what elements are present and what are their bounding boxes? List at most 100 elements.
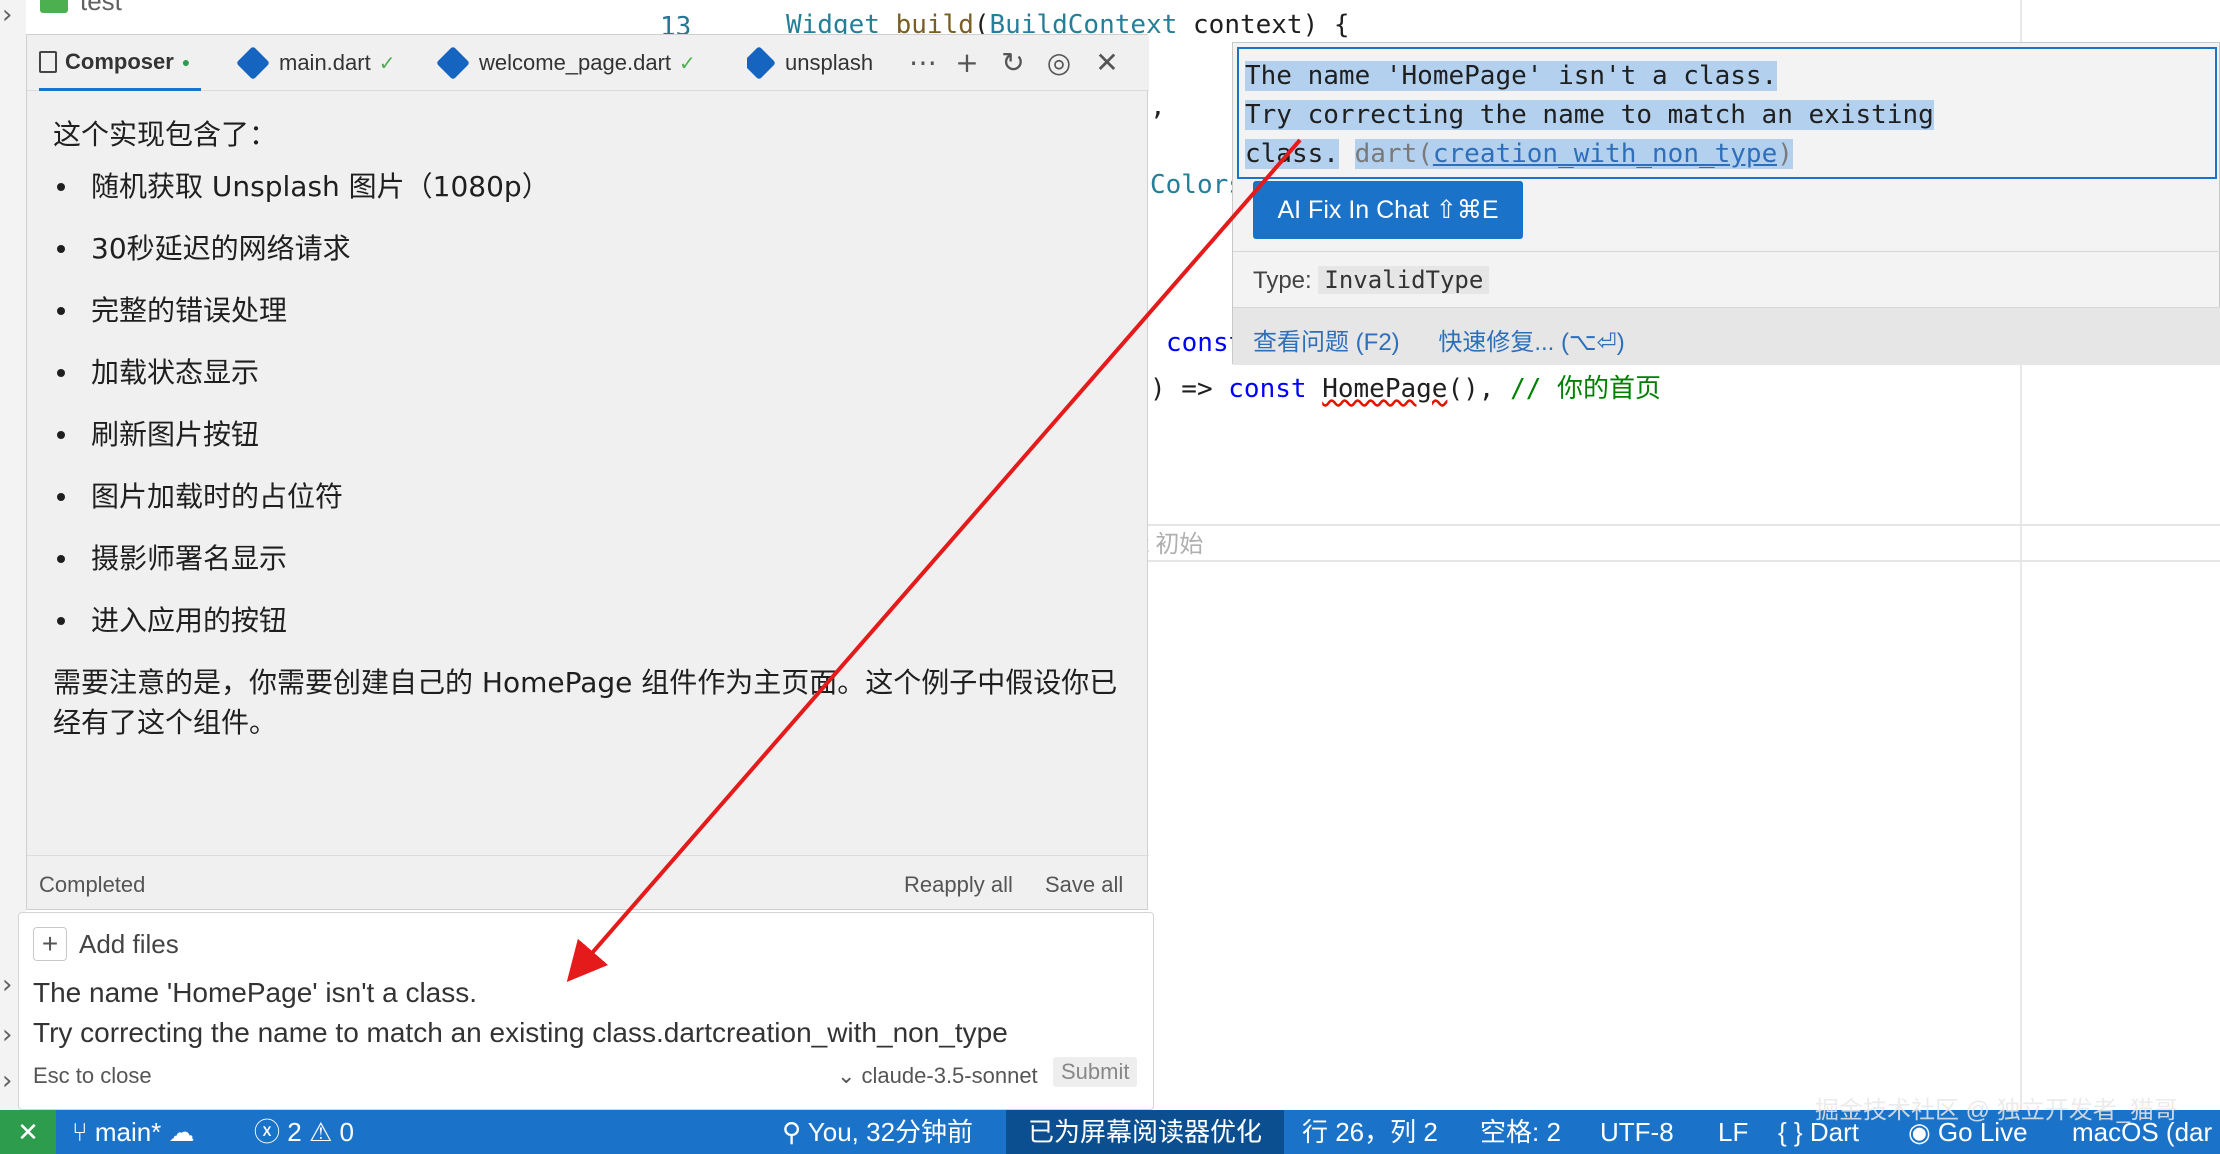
list-item: 加载状态显示 bbox=[53, 353, 1123, 415]
more-icon[interactable]: ⋯ bbox=[905, 45, 941, 81]
hover-tooltip: The name 'HomePage' isn't a class. Try c… bbox=[1232, 42, 2220, 365]
list-item: 随机获取 Unsplash 图片（1080p） bbox=[53, 167, 1123, 229]
tab-label: Composer bbox=[65, 48, 174, 74]
submit-button[interactable]: Submit bbox=[1053, 1057, 1138, 1087]
editor-divider bbox=[1142, 560, 2220, 562]
branch-name: main* bbox=[94, 1117, 162, 1147]
diagnostic-line: The name 'HomePage' isn't a class. bbox=[1245, 61, 1778, 91]
tab-composer[interactable]: Composer ● bbox=[39, 35, 201, 91]
warning-count: 0 bbox=[339, 1117, 354, 1147]
check-icon: ✓ bbox=[679, 52, 696, 75]
blame-text: You, 32分钟前 bbox=[807, 1117, 974, 1147]
list-item: 30秒延迟的网络请求 bbox=[53, 229, 1123, 291]
model-selector[interactable]: ⌄ claude-3.5-sonnet bbox=[837, 1063, 1038, 1089]
add-files-button[interactable]: + Add files bbox=[33, 927, 179, 961]
tab-main-dart[interactable]: main.dart ✓ bbox=[236, 35, 396, 91]
tab-welcome-page[interactable]: welcome_page.dart ✓ bbox=[436, 35, 696, 91]
type-value: InvalidType bbox=[1318, 266, 1490, 294]
code-comma: , bbox=[1150, 92, 1166, 122]
warning-icon: ⚠ bbox=[308, 1117, 340, 1147]
save-all-button[interactable]: Save all bbox=[1045, 872, 1123, 898]
error-icon: ⓧ bbox=[254, 1117, 288, 1147]
composer-panel: Composer ● main.dart ✓ welcome_page.dart… bbox=[26, 34, 1149, 911]
ai-fix-in-chat-button[interactable]: AI Fix In Chat ⇧⌘E bbox=[1253, 181, 1523, 239]
diagnostic-code-link[interactable]: creation_with_non_type bbox=[1432, 139, 1778, 169]
hover-type-row: Type: InvalidType bbox=[1233, 251, 2220, 303]
plus-icon: + bbox=[33, 927, 67, 961]
chevron-right-icon[interactable]: › bbox=[2, 0, 12, 30]
blame-item[interactable]: ⚲ You, 32分钟前 bbox=[782, 1110, 973, 1154]
code-token: context) { bbox=[1177, 10, 1350, 40]
list-item: 进入应用的按钮 bbox=[53, 601, 1123, 663]
folder-icon bbox=[40, 0, 68, 14]
cursor-position[interactable]: 行 26，列 2 bbox=[1302, 1110, 1438, 1154]
input-line: Try correcting the name to match an exis… bbox=[33, 1017, 1008, 1048]
check-icon: ✓ bbox=[378, 52, 396, 75]
branch-item[interactable]: ⑂ main* ☁ bbox=[72, 1110, 195, 1154]
line-ending[interactable]: LF bbox=[1718, 1110, 1748, 1154]
diagnostic-line: class. bbox=[1245, 139, 1339, 169]
chevron-right-icon[interactable]: › bbox=[2, 1066, 12, 1096]
folder-label: test bbox=[80, 0, 122, 16]
remote-icon[interactable]: ✕ bbox=[0, 1110, 56, 1154]
diagnostic-source: dart bbox=[1354, 139, 1418, 169]
sync-icon: ☁ bbox=[168, 1117, 195, 1147]
explorer-folder[interactable]: test bbox=[40, 0, 122, 17]
input-line: The name 'HomePage' isn't a class. bbox=[33, 977, 478, 1008]
code-line-route[interactable]: ) => const HomePage(), // 你的首页 bbox=[1150, 368, 1661, 405]
tab-label: welcome_page.dart bbox=[479, 50, 672, 75]
dart-icon bbox=[747, 46, 776, 80]
feature-list: 随机获取 Unsplash 图片（1080p） 30秒延迟的网络请求 完整的错误… bbox=[53, 167, 1123, 663]
composer-icon bbox=[39, 50, 57, 73]
list-item: 图片加载时的占位符 bbox=[53, 477, 1123, 539]
editor-divider bbox=[1142, 524, 2220, 526]
history-icon[interactable]: ↻ bbox=[995, 45, 1031, 81]
quick-fix-link[interactable]: 快速修复... (⌥⏎) bbox=[1438, 329, 1624, 356]
message-intro: 这个实现包含了： bbox=[53, 118, 278, 151]
list-item: 刷新图片按钮 bbox=[53, 415, 1123, 477]
composer-input-text[interactable]: The name 'HomePage' isn't a class. Try c… bbox=[33, 973, 1008, 1053]
chevron-right-icon[interactable]: › bbox=[2, 1020, 12, 1050]
commit-icon: ⚲ bbox=[782, 1117, 808, 1147]
composer-input-box[interactable]: + Add files The name 'HomePage' isn't a … bbox=[18, 912, 1154, 1110]
chevron-right-icon[interactable]: › bbox=[2, 970, 12, 1000]
list-item: 摄影师署名显示 bbox=[53, 539, 1123, 601]
code-token: const bbox=[1228, 374, 1323, 404]
close-icon[interactable]: ✕ bbox=[1089, 45, 1125, 81]
chevron-down-icon: ⌄ bbox=[837, 1063, 862, 1088]
model-label: claude-3.5-sonnet bbox=[861, 1063, 1038, 1088]
diagnostic-line: Try correcting the name to match an exis… bbox=[1245, 100, 1934, 130]
diagnostic-message[interactable]: The name 'HomePage' isn't a class. Try c… bbox=[1237, 47, 2217, 179]
ghost-text: t 初始 bbox=[1142, 531, 1204, 558]
assistant-message: 这个实现包含了： 随机获取 Unsplash 图片（1080p） 30秒延迟的网… bbox=[53, 115, 1123, 743]
esc-hint: Esc to close bbox=[33, 1063, 152, 1088]
encoding[interactable]: UTF-8 bbox=[1600, 1110, 1674, 1154]
dart-icon bbox=[436, 46, 470, 80]
composer-tab-bar: Composer ● main.dart ✓ welcome_page.dart… bbox=[27, 35, 1149, 91]
error-count: 2 bbox=[287, 1117, 302, 1147]
type-label: Type: bbox=[1253, 267, 1312, 294]
code-error-homepage[interactable]: HomePage bbox=[1322, 374, 1447, 404]
hover-actions: 查看问题 (F2) 快速修复... (⌥⏎) bbox=[1233, 307, 2220, 365]
indentation[interactable]: 空格: 2 bbox=[1480, 1110, 1561, 1154]
new-composer-icon[interactable]: + bbox=[949, 45, 985, 81]
screen-reader-item[interactable]: 已为屏幕阅读器优化 bbox=[1006, 1110, 1285, 1154]
reapply-all-button[interactable]: Reapply all bbox=[904, 872, 1013, 898]
braces-icon: { } bbox=[1778, 1117, 1810, 1147]
code-token: ) => bbox=[1150, 374, 1229, 404]
add-files-label: Add files bbox=[79, 928, 179, 959]
code-colors: Colors bbox=[1150, 170, 1244, 200]
tab-unsplash[interactable]: unsplash bbox=[747, 35, 902, 91]
message-note: 需要注意的是，你需要创建自己的 HomePage 组件作为主页面。这个例子中假设… bbox=[53, 666, 1118, 739]
code-token: (), bbox=[1447, 374, 1511, 404]
watermark: 掘金技术社区 @ 独立开发者_猫哥 bbox=[1815, 1097, 2179, 1124]
problems-item[interactable]: ⓧ 2 ⚠ 0 bbox=[254, 1110, 354, 1154]
branch-icon: ⑂ bbox=[72, 1117, 95, 1147]
composer-status-row: Completed Reapply all Save all bbox=[27, 855, 1149, 911]
tab-label: unsplash bbox=[785, 50, 874, 75]
list-item: 完整的错误处理 bbox=[53, 291, 1123, 353]
settings-icon[interactable]: ◎ bbox=[1041, 45, 1077, 81]
code-comment: // 你的首页 bbox=[1510, 374, 1662, 404]
view-problem-link[interactable]: 查看问题 (F2) bbox=[1253, 329, 1400, 356]
dart-icon bbox=[236, 46, 270, 80]
